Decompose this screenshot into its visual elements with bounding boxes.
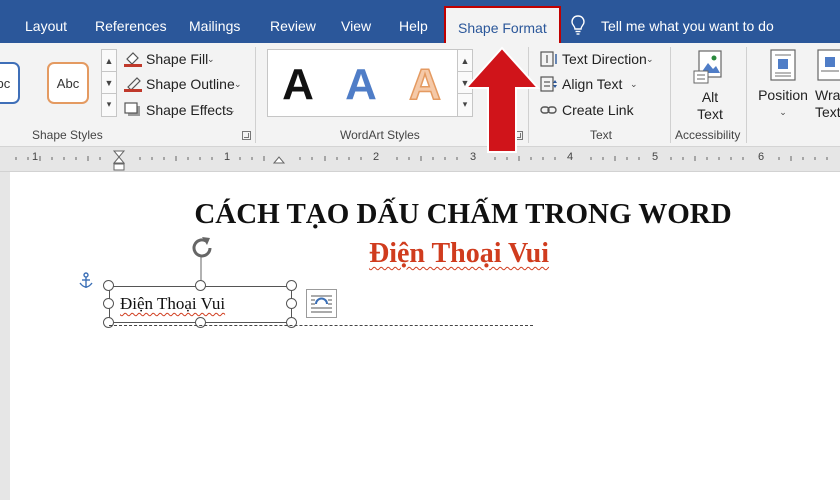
document-title[interactable]: CÁCH TẠO DẤU CHẤM TRONG WORD bbox=[10, 198, 840, 231]
layout-options-button[interactable] bbox=[306, 289, 337, 318]
text-direction-button[interactable]: Text Direction ⌄ bbox=[540, 48, 658, 70]
alt-text-button[interactable]: Alt Text bbox=[687, 49, 733, 123]
shape-styles-gallery-scroll[interactable]: ▲ ▼ ▾ bbox=[101, 49, 117, 117]
text-direction-icon bbox=[540, 51, 557, 67]
shape-style-thumb-orange[interactable]: Abc bbox=[47, 62, 89, 104]
layout-options-icon bbox=[311, 295, 332, 313]
right-indent-marker bbox=[272, 156, 286, 164]
tab-review[interactable]: Review bbox=[270, 0, 316, 43]
create-link-icon bbox=[540, 106, 557, 114]
ruler-number: 6 bbox=[758, 151, 765, 163]
wordart-style-blue[interactable]: A bbox=[341, 60, 381, 110]
wordart-style-black[interactable]: A bbox=[278, 60, 318, 110]
resize-handle[interactable] bbox=[286, 317, 297, 328]
ribbon-tab-bar: Layout References Mailings Review View H… bbox=[0, 0, 840, 43]
dotted-leader-line bbox=[109, 325, 533, 326]
ruler-number: 5 bbox=[652, 151, 659, 163]
ribbon: Abc Abc ▲ ▼ ▾ Shape Fill ⌄ Shape Outline… bbox=[0, 43, 840, 147]
ruler-number: 1 bbox=[32, 151, 39, 163]
resize-handle[interactable] bbox=[286, 280, 297, 291]
rotate-handle-icon[interactable] bbox=[187, 234, 217, 284]
wordart-gallery[interactable]: A A A bbox=[267, 49, 473, 117]
hanging-indent-marker bbox=[112, 156, 126, 164]
shape-styles-group-label: Shape Styles bbox=[32, 128, 103, 142]
create-link-button[interactable]: Create Link bbox=[540, 99, 636, 121]
ruler-number: 1 bbox=[224, 151, 231, 163]
shape-fill-icon bbox=[124, 52, 142, 67]
tab-help[interactable]: Help bbox=[399, 0, 428, 43]
position-button[interactable]: Position ⌄ bbox=[757, 49, 809, 121]
wordart-style-orange[interactable]: A bbox=[405, 59, 445, 110]
wrap-text-icon bbox=[817, 49, 840, 81]
wordart-styles-group-label: WordArt Styles bbox=[340, 128, 420, 142]
shape-outline-button[interactable]: Shape Outline ⌄ bbox=[124, 73, 244, 95]
align-text-button[interactable]: Align Text ⌄ bbox=[540, 73, 640, 95]
accessibility-group-label: Accessibility bbox=[675, 128, 741, 142]
ruler-number: 2 bbox=[373, 151, 380, 163]
text-box-content[interactable]: Điện Thoại Vui bbox=[120, 294, 225, 314]
tab-shape-format[interactable]: Shape Format bbox=[444, 6, 561, 43]
shape-style-thumb-blue[interactable]: Abc bbox=[0, 62, 20, 104]
shape-effects-icon bbox=[124, 102, 140, 116]
resize-handle[interactable] bbox=[195, 317, 206, 328]
shape-effects-button[interactable]: Shape Effects ⌄ bbox=[124, 99, 240, 121]
left-indent-marker bbox=[113, 163, 125, 171]
alt-text-icon bbox=[693, 50, 722, 84]
position-icon bbox=[770, 49, 796, 81]
document-page[interactable]: CÁCH TẠO DẤU CHẤM TRONG WORD Điện Thoại … bbox=[10, 172, 840, 500]
group-separator bbox=[746, 47, 747, 143]
red-up-arrow-icon bbox=[464, 46, 540, 153]
tab-references[interactable]: References bbox=[95, 0, 167, 43]
ruler-number: 4 bbox=[567, 151, 574, 163]
resize-handle[interactable] bbox=[195, 280, 206, 291]
resize-handle[interactable] bbox=[103, 280, 114, 291]
tab-view[interactable]: View bbox=[341, 0, 371, 43]
lightbulb-icon bbox=[571, 15, 585, 35]
resize-handle[interactable] bbox=[103, 298, 114, 309]
resize-handle[interactable] bbox=[103, 317, 114, 328]
group-separator bbox=[255, 47, 256, 143]
group-separator bbox=[670, 47, 671, 143]
shape-outline-icon bbox=[124, 77, 142, 92]
tab-mailings[interactable]: Mailings bbox=[189, 0, 240, 43]
ruler-ticks bbox=[15, 150, 828, 171]
anchor-icon[interactable] bbox=[78, 272, 94, 290]
shape-fill-button[interactable]: Shape Fill ⌄ bbox=[124, 48, 234, 70]
document-subtitle[interactable]: Điện Thoại Vui bbox=[10, 238, 840, 270]
horizontal-ruler[interactable]: 1 1 2 3 4 5 6 bbox=[0, 147, 840, 172]
text-group-label: Text bbox=[590, 128, 613, 142]
align-text-icon bbox=[540, 76, 557, 92]
shape-styles-launcher[interactable] bbox=[242, 131, 251, 140]
first-line-indent-marker bbox=[112, 150, 126, 158]
resize-handle[interactable] bbox=[286, 298, 297, 309]
tab-layout[interactable]: Layout bbox=[25, 0, 67, 43]
wrap-text-button[interactable]: Wra Text bbox=[815, 49, 840, 121]
